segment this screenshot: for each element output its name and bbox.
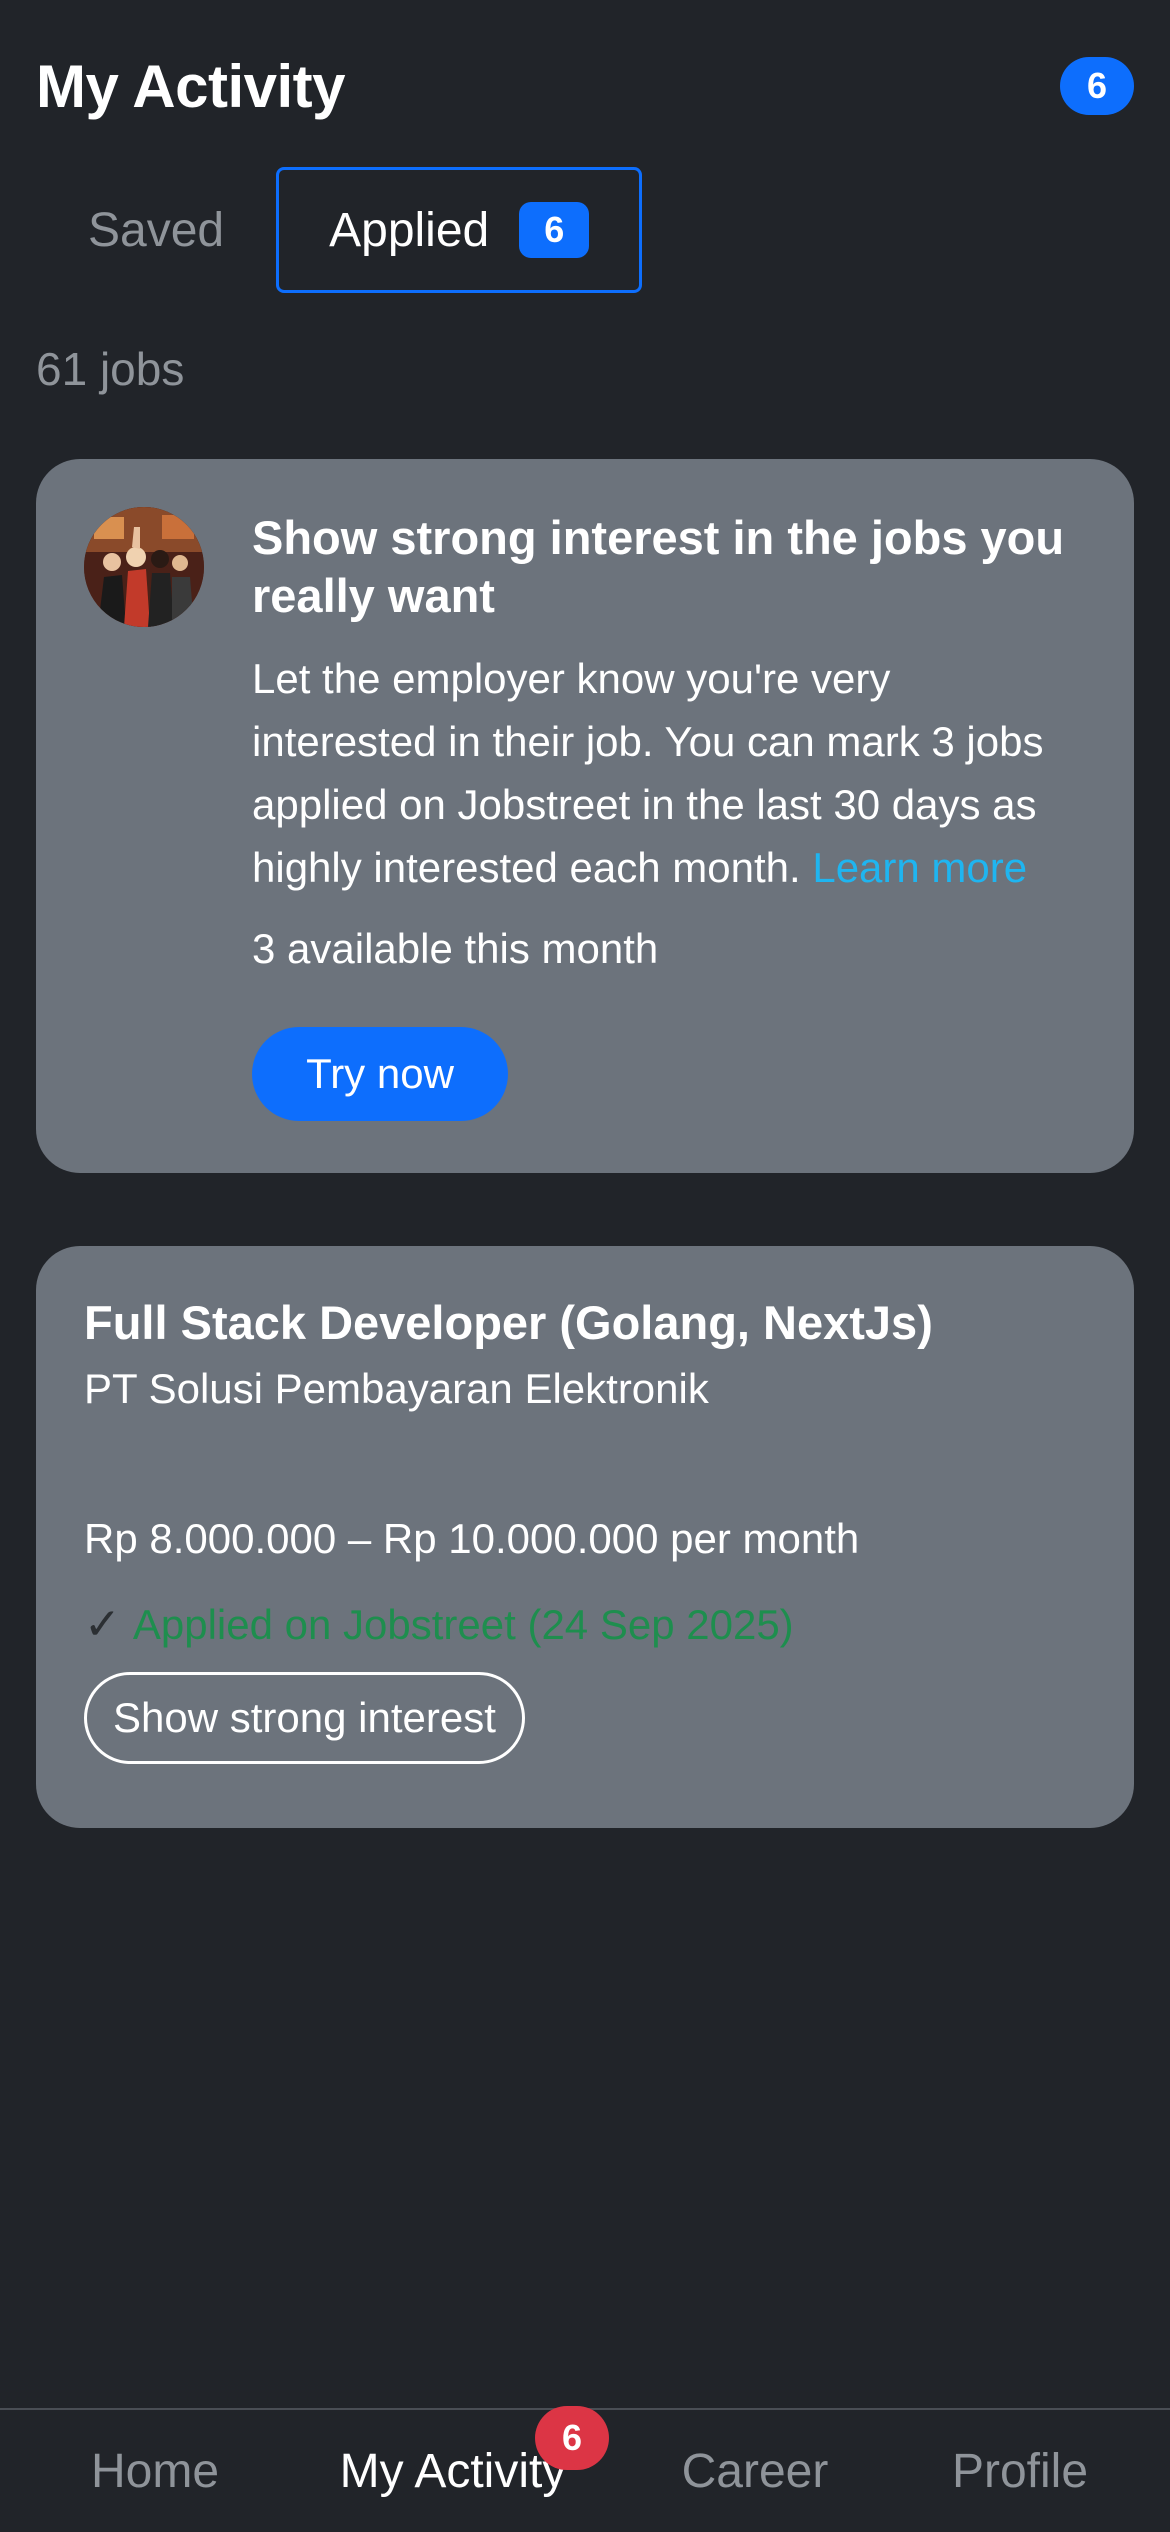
page-title: My Activity (36, 52, 346, 120)
header: My Activity 6 (36, 44, 1134, 128)
notification-badge[interactable]: 6 (1060, 57, 1134, 115)
applied-status: ✓ Applied on Jobstreet (24 Sep 2025) (84, 1598, 1086, 1652)
learn-more-link[interactable]: Learn more (812, 844, 1027, 891)
job-body: Full Stack Developer (Golang, NextJs) PT… (84, 1294, 1086, 1764)
tab-saved-label: Saved (88, 203, 225, 257)
promo-body: Show strong interest in the jobs you rea… (252, 509, 1086, 1121)
applied-status-text: Applied on Jobstreet (24 Sep 2025) (132, 1601, 794, 1648)
strong-interest-promo-card: Show strong interest in the jobs you rea… (36, 459, 1134, 1173)
promo-text: Let the employer know you're very intere… (252, 647, 1086, 899)
nav-home[interactable]: Home (60, 2410, 250, 2532)
available-count: 3 available this month (252, 925, 659, 972)
page: My Activity 6 Saved Applied 6 61 jobs Sh… (0, 0, 1170, 2532)
tab-applied-label: Applied (329, 203, 490, 257)
nav-career[interactable]: Career (660, 2410, 850, 2532)
company-name: PT Solusi Pembayaran Elektronik (84, 1365, 709, 1412)
try-now-button[interactable]: Try now (252, 1027, 508, 1121)
avatar (84, 507, 204, 627)
jobs-count: 61 jobs (36, 343, 185, 395)
job-card[interactable]: Full Stack Developer (Golang, NextJs) PT… (36, 1246, 1134, 1828)
nav-profile[interactable]: Profile (920, 2410, 1120, 2532)
nav-activity-badge: 6 (535, 2406, 609, 2470)
show-strong-interest-button[interactable]: Show strong interest (84, 1672, 525, 1764)
tab-applied-badge: 6 (519, 202, 590, 258)
bottom-nav: Home My Activity 6 Career Profile (0, 2406, 1170, 2532)
tab-bar: Saved Applied 6 (36, 166, 643, 294)
avatar-image (84, 507, 204, 627)
salary: Rp 8.000.000 – Rp 10.000.000 per month (84, 1515, 860, 1562)
tab-saved[interactable]: Saved (36, 167, 276, 293)
job-title[interactable]: Full Stack Developer (Golang, NextJs) (84, 1294, 1086, 1352)
check-icon: ✓ (84, 1600, 121, 1649)
promo-title: Show strong interest in the jobs you rea… (252, 511, 1065, 622)
tab-applied[interactable]: Applied 6 (276, 167, 643, 293)
